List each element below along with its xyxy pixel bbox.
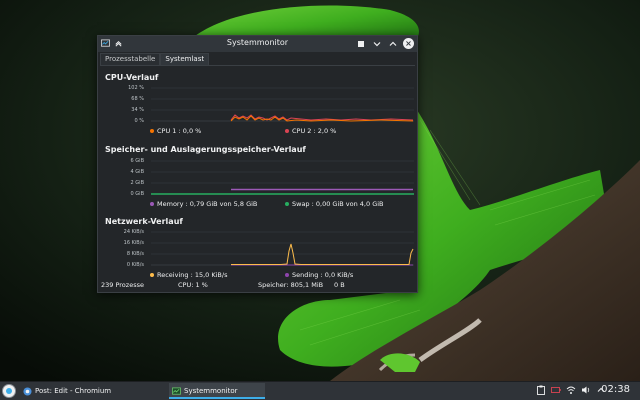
memory-color-dot <box>150 202 154 206</box>
cpu2-color-dot <box>285 129 289 133</box>
cpu-usage-status: CPU: 1 % <box>178 281 208 289</box>
battery-icon[interactable] <box>551 385 561 395</box>
memory-legend: Memory : 0,79 GiB von 5,8 GiB <box>150 200 257 208</box>
systemlast-panel: CPU-Verlauf 102 % 68 % 34 % 0 % CPU 1 : … <box>100 65 415 279</box>
memory-axis-label: 0 GiB <box>130 191 144 197</box>
cpu-axis-label: 102 % <box>128 85 144 91</box>
sending-legend-label: Sending : 0,0 KiB/s <box>292 271 354 279</box>
receiving-color-dot <box>150 273 154 277</box>
cpu2-series-line <box>230 114 414 121</box>
network-history-graph <box>151 231 414 266</box>
close-icon: × <box>405 39 412 48</box>
task-label: Post: Edit - Chromium <box>35 387 112 395</box>
taskbar: Post: Edit - Chromium Systemmonitor 02:3… <box>0 381 640 400</box>
sending-color-dot <box>285 273 289 277</box>
tab-prozesstabelle[interactable]: Prozesstabelle <box>100 53 161 65</box>
network-axis-label: 24 KiB/s <box>123 229 144 235</box>
cpu2-legend: CPU 2 : 2,0 % <box>285 127 336 135</box>
window-titlebar[interactable]: Systemmonitor × <box>98 36 417 52</box>
maximize-button[interactable] <box>387 38 398 49</box>
memory-axis-label: 2 GiB <box>130 180 144 186</box>
swap-color-dot <box>285 202 289 206</box>
tab-bar: Prozesstabelle Systemlast <box>100 53 210 65</box>
memory-legend-label: Memory : 0,79 GiB von 5,8 GiB <box>157 200 258 208</box>
process-count: 239 Prozesse <box>101 281 144 289</box>
cpu1-legend: CPU 1 : 0,0 % <box>150 127 201 135</box>
cpu1-legend-label: CPU 1 : 0,0 % <box>157 127 202 135</box>
system-monitor-window: Systemmonitor × Prozesstabelle Systemlas… <box>97 35 418 293</box>
chevron-up-icon <box>389 41 396 46</box>
clipboard-icon[interactable] <box>536 385 546 395</box>
network-axis-label: 16 KiB/s <box>123 240 144 246</box>
task-systemmonitor[interactable]: Systemmonitor <box>169 383 265 399</box>
cpu-axis-label: 0 % <box>134 118 144 124</box>
cpu-axis-label: 68 % <box>131 96 144 102</box>
system-tray <box>536 385 606 395</box>
volume-icon[interactable] <box>581 385 591 395</box>
cpu1-color-dot <box>150 129 154 133</box>
network-icon[interactable] <box>566 385 576 395</box>
network-axis-label: 8 KiB/s <box>126 251 144 257</box>
swap-usage-status: 0 B <box>334 281 345 289</box>
application-launcher-icon[interactable] <box>2 384 16 398</box>
cpu1-series-line <box>230 115 414 122</box>
receiving-legend: Receiving : 15,0 KiB/s <box>150 271 227 279</box>
minimize-button[interactable] <box>371 38 382 49</box>
chevron-down-icon <box>373 41 380 46</box>
tab-systemlast[interactable]: Systemlast <box>160 53 210 65</box>
task-label: Systemmonitor <box>184 387 238 395</box>
memory-axis-label: 6 GiB <box>130 158 144 164</box>
clock[interactable]: 02:38 <box>601 384 630 395</box>
close-button[interactable]: × <box>403 38 414 49</box>
task-chromium[interactable]: Post: Edit - Chromium <box>20 383 168 399</box>
memory-history-title: Speicher- und Auslagerungsspeicher-Verla… <box>105 145 306 154</box>
cpu-axis-label: 34 % <box>131 107 144 113</box>
menu-button[interactable] <box>355 38 366 49</box>
receiving-legend-label: Receiving : 15,0 KiB/s <box>157 271 228 279</box>
memory-history-graph <box>151 160 414 195</box>
sending-legend: Sending : 0,0 KiB/s <box>285 271 353 279</box>
network-history-title: Netzwerk-Verlauf <box>105 217 183 226</box>
chromium-icon <box>23 387 32 396</box>
cpu-history-graph <box>151 87 414 122</box>
swap-legend-label: Swap : 0,00 GiB von 4,0 GiB <box>292 200 384 208</box>
cpu2-legend-label: CPU 2 : 2,0 % <box>292 127 337 135</box>
square-icon <box>357 40 364 47</box>
status-bar: 239 Prozesse CPU: 1 % Speicher: 805,1 Mi… <box>98 280 417 292</box>
memory-axis-label: 4 GiB <box>130 169 144 175</box>
cpu-history-title: CPU-Verlauf <box>105 73 159 82</box>
system-monitor-icon <box>172 387 181 395</box>
swap-legend: Swap : 0,00 GiB von 4,0 GiB <box>285 200 384 208</box>
network-axis-label: 0 KiB/s <box>126 262 144 268</box>
memory-usage-status: Speicher: 805,1 MiB <box>258 281 324 289</box>
